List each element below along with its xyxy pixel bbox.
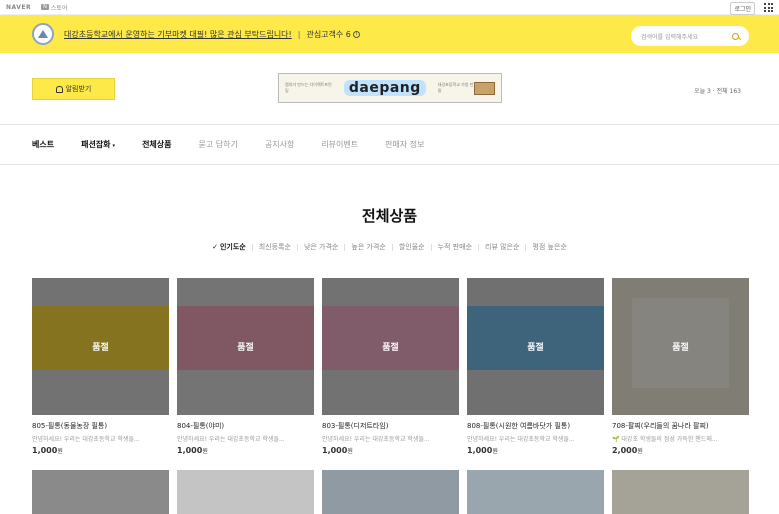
sold-out-label: 품절: [237, 343, 254, 353]
sort-options: ✓ 인기도순 최신등록순 낮은 가격순 높은 가격순 할인율순 누적 판매순 리뷰…: [0, 242, 779, 252]
search-input[interactable]: 검색어를 입력해주세요: [631, 26, 749, 46]
ad-right-text: 대강초등학교 가방 만들: [437, 82, 474, 93]
sort-sales[interactable]: 누적 판매순: [432, 242, 478, 252]
search-icon[interactable]: [732, 32, 739, 40]
product-price: 1,000원: [32, 446, 63, 455]
product-thumbnail[interactable]: 품절: [467, 278, 604, 415]
banner-separator: |: [297, 29, 301, 39]
app-grid-icon[interactable]: [764, 3, 773, 12]
product-thumbnail[interactable]: 품절: [32, 278, 169, 415]
product-thumbnail[interactable]: [322, 470, 459, 514]
product-card[interactable]: 품절 808-필통(시원한 여름바닷가 필통) 안녕하세요! 우리는 대강초등학…: [467, 278, 604, 455]
box-icon: [474, 81, 495, 95]
store-logo[interactable]: N 스토어: [41, 3, 67, 12]
product-desc: 안녕하세요! 우리는 대강초등학교 학생들...: [322, 436, 430, 443]
product-desc: 안녕하세요! 우리는 대강초등학교 학생들...: [177, 436, 285, 443]
product-thumbnail[interactable]: [467, 470, 604, 514]
product-thumbnail[interactable]: [612, 470, 749, 514]
nav-item-all-products[interactable]: 전체상품: [142, 139, 171, 150]
product-desc: 안녕하세요! 우리는 대강초등학교 학생들...: [32, 436, 140, 443]
alarm-button[interactable]: 알림받기: [32, 78, 115, 100]
sold-out-label: 품절: [527, 343, 544, 353]
nav-item-review-event[interactable]: 리뷰이벤트: [321, 139, 358, 150]
ad-banner[interactable]: 랩의가 만드는 다이렉트프린팅 daepang 대강초등학교 가방 만들: [278, 73, 502, 103]
product-card[interactable]: 품절 805-필통(동물농장 필통) 안녕하세요! 우리는 대강초등학교 학생들…: [32, 278, 169, 455]
login-button[interactable]: 로그인: [730, 2, 755, 15]
product-name[interactable]: 805-필통(동물농장 필통): [32, 421, 169, 431]
ad-left-text: 랩의가 만드는 다이렉트프린팅: [285, 82, 332, 93]
product-price: 1,000원: [322, 446, 353, 455]
product-thumbnail[interactable]: [177, 470, 314, 514]
alarm-label: 알림받기: [65, 85, 92, 93]
product-name[interactable]: 803-필통(디저트타임): [322, 421, 459, 431]
product-thumbnail[interactable]: [32, 470, 169, 514]
store-badge: N: [41, 4, 49, 10]
nav-item-fashion[interactable]: 패션잡화 ▾: [81, 139, 115, 150]
top-bar: NAVER N 스토어 로그인: [0, 0, 779, 15]
interest-count: 관심고객수 6i: [306, 29, 360, 40]
visit-count: 오늘 3 · 전체 163: [694, 88, 741, 95]
sold-out-label: 품절: [92, 343, 109, 353]
product-card[interactable]: 품절 803-필통(디저트타임) 안녕하세요! 우리는 대강초등학교 학생들..…: [322, 278, 459, 455]
nav-item-best[interactable]: 베스트: [32, 139, 54, 150]
product-thumbnail[interactable]: 품절: [612, 278, 749, 415]
category-nav: 베스트 패션잡화 ▾ 전체상품 묻고 답하기 공지사항 리뷰이벤트 판매자 정보: [0, 125, 779, 165]
sort-low-price[interactable]: 낮은 가격순: [298, 242, 344, 252]
sort-reviews[interactable]: 리뷰 많은순: [479, 242, 525, 252]
search-placeholder: 검색어를 입력해주세요: [641, 33, 699, 41]
naver-logo[interactable]: NAVER: [6, 4, 31, 11]
product-thumbnail[interactable]: 품절: [322, 278, 459, 415]
chevron-down-icon: ▾: [112, 143, 116, 149]
school-logo-icon[interactable]: [32, 23, 54, 45]
product-name[interactable]: 708-팔찌(우리들의 꿈나라 팔찌): [612, 421, 749, 431]
product-name[interactable]: 808-필통(시원한 여름바닷가 필통): [467, 421, 604, 431]
sold-out-label: 품절: [672, 343, 689, 353]
banner-text[interactable]: 대강초등학교에서 운영하는 기부마켓 대필! 많은 관심 부탁드립니다!: [64, 29, 292, 40]
sort-rating[interactable]: 평점 높은순: [526, 242, 572, 252]
product-card[interactable]: 품절 708-팔찌(우리들의 꿈나라 팔찌) 🌱 대강초 학생들의 정성 가득한…: [612, 278, 749, 455]
sort-popular[interactable]: ✓ 인기도순: [206, 242, 252, 252]
sort-newest[interactable]: 최신등록순: [253, 242, 297, 252]
store-header: 알림받기 랩의가 만드는 다이렉트프린팅 daepang 대강초등학교 가방 만…: [0, 53, 779, 125]
sort-discount[interactable]: 할인율순: [393, 242, 431, 252]
product-grid: 품절 805-필통(동물농장 필통) 안녕하세요! 우리는 대강초등학교 학생들…: [32, 278, 752, 455]
product-price: 2,000원: [612, 446, 643, 455]
nav-item-qna[interactable]: 묻고 답하기: [199, 139, 238, 150]
ad-brand: daepang: [343, 80, 426, 96]
product-card[interactable]: 품절 804-필통(야미) 안녕하세요! 우리는 대강초등학교 학생들... 1…: [177, 278, 314, 455]
store-banner: 대강초등학교에서 운영하는 기부마켓 대필! 많은 관심 부탁드립니다! | 관…: [0, 15, 779, 53]
product-name[interactable]: 804-필통(야미): [177, 421, 314, 431]
product-desc: 🌱 대강초 학생들의 정성 가득한 핸드메...: [612, 436, 718, 443]
nav-item-seller-info[interactable]: 판매자 정보: [385, 139, 424, 150]
product-desc: 안녕하세요! 우리는 대강초등학교 학생들...: [467, 436, 575, 443]
info-icon[interactable]: i: [352, 30, 360, 38]
product-price: 1,000원: [177, 446, 208, 455]
store-label: 스토어: [50, 4, 68, 12]
nav-item-notice[interactable]: 공지사항: [265, 139, 294, 150]
sort-high-price[interactable]: 높은 가격순: [345, 242, 391, 252]
bell-icon: [55, 85, 63, 93]
check-icon: ✓: [212, 243, 218, 251]
product-grid-row-2: [32, 470, 749, 514]
page-title: 전체상품: [361, 207, 418, 225]
product-thumbnail[interactable]: 품절: [177, 278, 314, 415]
sold-out-label: 품절: [382, 343, 399, 353]
leaf-icon: 🌱: [612, 436, 620, 443]
product-price: 1,000원: [467, 446, 498, 455]
